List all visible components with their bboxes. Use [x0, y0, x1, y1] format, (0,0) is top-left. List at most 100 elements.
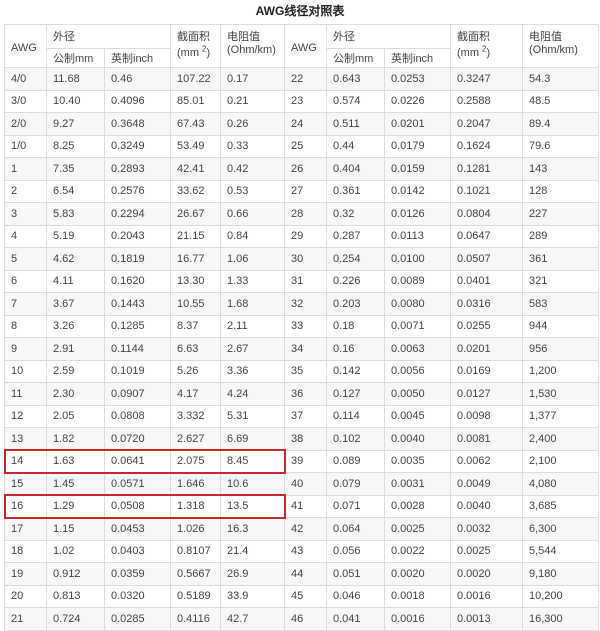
cell-resistance: 13.5 [220, 494, 285, 518]
cell-area: 0.0401 [450, 269, 523, 293]
cell-inch: 0.0453 [104, 517, 171, 541]
cell-mm: 0.051 [326, 562, 385, 586]
cell-mm: 0.404 [326, 157, 385, 181]
cell-mm: 8.25 [46, 134, 105, 158]
cell-awg: 5 [4, 247, 47, 271]
cell-mm: 0.643 [326, 67, 385, 91]
header-resistance-label: 电阻值 [529, 31, 562, 43]
cell-mm: 3.67 [46, 292, 105, 316]
cell-resistance: 2.11 [220, 314, 285, 338]
cell-resistance: 2,100 [522, 449, 599, 473]
header-mm: 公制mm [46, 48, 105, 68]
cell-resistance: 128 [522, 179, 599, 203]
header-resistance: 电阻值 (Ohm/km) [220, 24, 285, 68]
cell-awg: 15 [4, 472, 47, 496]
cell-awg: 40 [284, 472, 327, 496]
cell-awg: 36 [284, 382, 327, 406]
table-row: 1/0 8.25 0.3249 53.49 0.33 25 0.44 0.0179 0.1624… [4, 134, 599, 158]
cell-mm: 1.15 [46, 517, 105, 541]
cell-awg: 38 [284, 427, 327, 451]
cell-resistance: 9,180 [522, 562, 599, 586]
cell-inch: 0.0113 [384, 224, 451, 248]
cell-mm: 6.54 [46, 179, 105, 203]
cell-resistance: 321 [522, 269, 599, 293]
cell-resistance: 227 [522, 202, 599, 226]
cell-mm: 0.064 [326, 517, 385, 541]
cell-resistance: 4,080 [522, 472, 599, 496]
cell-awg: 12 [4, 404, 47, 428]
cell-mm: 2.91 [46, 337, 105, 361]
cell-resistance: 21.4 [220, 539, 285, 563]
cell-awg: 43 [284, 539, 327, 563]
cell-mm: 1.29 [46, 494, 105, 518]
cell-area: 0.1281 [450, 157, 523, 181]
table-row: 10 2.59 0.1019 5.26 3.36 35 0.142 0.0056 0.0169 1… [4, 359, 599, 383]
cell-area: 0.0081 [450, 427, 523, 451]
cell-awg: 3/0 [4, 89, 47, 113]
cell-area: 8.37 [170, 314, 221, 338]
cell-area: 0.0049 [450, 472, 523, 496]
cell-area: 0.3247 [450, 67, 523, 91]
table-row: 5 4.62 0.1819 16.77 1.06 30 0.254 0.0100 0.0507 3… [4, 247, 599, 271]
cell-resistance: 0.33 [220, 134, 285, 158]
table-row: 16 1.29 0.0508 1.318 13.5 41 0.071 0.0028 0.0040… [4, 494, 599, 518]
table-row: 7 3.67 0.1443 10.55 1.68 32 0.203 0.0080 0.0316 5… [4, 292, 599, 316]
cell-resistance: 583 [522, 292, 599, 316]
cell-area: 16.77 [170, 247, 221, 271]
cell-inch: 0.0253 [384, 67, 451, 91]
cell-mm: 0.114 [326, 404, 385, 428]
cell-inch: 0.0508 [104, 494, 171, 518]
cell-inch: 0.0020 [384, 562, 451, 586]
cell-inch: 0.0808 [104, 404, 171, 428]
cell-inch: 0.4096 [104, 89, 171, 113]
cell-awg: 14 [4, 449, 47, 473]
cell-mm: 5.83 [46, 202, 105, 226]
cell-mm: 0.574 [326, 89, 385, 113]
cell-area: 6.63 [170, 337, 221, 361]
cell-inch: 0.0359 [104, 562, 171, 586]
cell-mm: 2.59 [46, 359, 105, 383]
cell-area: 0.0016 [450, 584, 523, 608]
cell-resistance: 0.26 [220, 112, 285, 136]
header-outer-diameter: 外径 [326, 24, 451, 49]
table-row: 19 0.912 0.0359 0.5667 26.9 44 0.051 0.0020 0.00… [4, 562, 599, 586]
header-mm: 公制mm [326, 48, 385, 68]
cell-resistance: 361 [522, 247, 599, 271]
cell-inch: 0.0142 [384, 179, 451, 203]
cell-mm: 0.18 [326, 314, 385, 338]
table-row: 4/0 11.68 0.46 107.22 0.17 22 0.643 0.0253 0.324… [4, 67, 599, 91]
awg-table: AWG 外径 截面积 (mm 2) 电阻值 (Ohm/km) AWG 外径 截面积(… [4, 24, 599, 631]
cell-awg: 46 [284, 607, 327, 631]
cell-awg: 23 [284, 89, 327, 113]
table-row: 3/0 10.40 0.4096 85.01 0.21 23 0.574 0.0226 0.25… [4, 89, 599, 113]
cell-awg: 39 [284, 449, 327, 473]
cell-mm: 0.046 [326, 584, 385, 608]
header-resistance-label: 电阻值 [227, 31, 260, 43]
cell-inch: 0.2043 [104, 224, 171, 248]
cell-resistance: 6.69 [220, 427, 285, 451]
cell-mm: 0.142 [326, 359, 385, 383]
header-awg: AWG [284, 24, 327, 68]
cell-resistance: 0.66 [220, 202, 285, 226]
cell-inch: 0.0201 [384, 112, 451, 136]
cell-resistance: 0.21 [220, 89, 285, 113]
cell-inch: 0.46 [104, 67, 171, 91]
cell-awg: 4/0 [4, 67, 47, 91]
cell-area: 26.67 [170, 202, 221, 226]
cell-area: 33.62 [170, 179, 221, 203]
cell-inch: 0.3648 [104, 112, 171, 136]
cell-area: 0.2588 [450, 89, 523, 113]
cell-mm: 4.11 [46, 269, 105, 293]
cell-awg: 27 [284, 179, 327, 203]
header-area-label: 截面积 [177, 31, 210, 43]
cell-resistance: 143 [522, 157, 599, 181]
cell-area: 0.2047 [450, 112, 523, 136]
cell-inch: 0.0016 [384, 607, 451, 631]
cell-inch: 0.2893 [104, 157, 171, 181]
cell-area: 0.0013 [450, 607, 523, 631]
cell-mm: 0.203 [326, 292, 385, 316]
header-resistance: 电阻值 (Ohm/km) [522, 24, 599, 68]
cell-mm: 0.44 [326, 134, 385, 158]
table-row: 6 4.11 0.1620 13.30 1.33 31 0.226 0.0089 0.0401 3… [4, 269, 599, 293]
cell-area: 0.0025 [450, 539, 523, 563]
